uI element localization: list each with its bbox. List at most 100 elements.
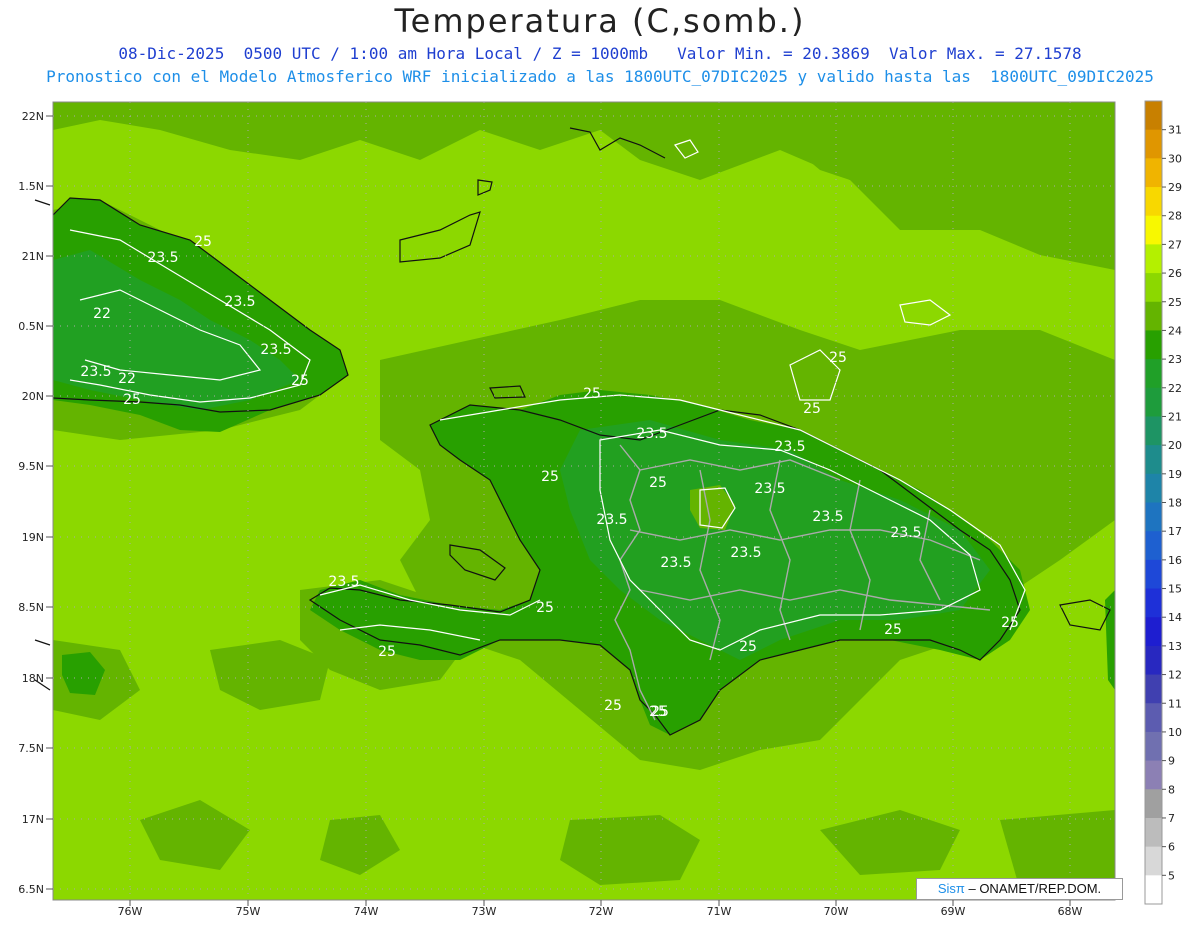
colorbar-label: 6 — [1168, 841, 1175, 854]
contour-label: 23.5 — [636, 426, 667, 442]
lat-tick-label: 17N — [22, 813, 44, 826]
contour-label: 25 — [649, 475, 667, 491]
contour-label: 25 — [291, 373, 309, 389]
colorbar-label: 15 — [1168, 583, 1182, 596]
contour-label: 23.5 — [224, 294, 255, 310]
colorbar-swatch — [1145, 703, 1162, 733]
contour-label: 25 — [536, 600, 554, 616]
contour-label: 23.5 — [260, 342, 291, 358]
lat-tick-label: 7.5N — [18, 742, 44, 755]
colorbar-swatch — [1145, 215, 1162, 245]
colorbar-label: 7 — [1168, 812, 1175, 825]
lat-tick-label: 18N — [22, 672, 44, 685]
lon-tick-label: 74W — [354, 905, 379, 918]
colorbar-swatch — [1145, 789, 1162, 819]
contour-label: 23.5 — [80, 364, 111, 380]
lon-tick-label: 72W — [589, 905, 614, 918]
contour-label: 25 — [1001, 615, 1019, 631]
contour-label: 25 — [123, 392, 141, 408]
colorbar-swatch — [1145, 731, 1162, 762]
colorbar-swatch — [1145, 531, 1162, 561]
lat-tick-label: 8.5N — [18, 601, 44, 614]
colorbar-swatch — [1145, 330, 1162, 360]
contour-label: 23.5 — [812, 509, 843, 525]
colorbar-swatch — [1145, 158, 1162, 188]
colorbar-label: 17 — [1168, 525, 1182, 538]
contour-label: 25 — [884, 622, 902, 638]
colorbar-swatch — [1145, 674, 1162, 704]
colorbar-label: 30 — [1168, 152, 1182, 165]
credit-brand: Sisπ — [937, 881, 965, 896]
lon-tick-label: 68W — [1058, 905, 1083, 918]
colorbar-swatch — [1145, 273, 1162, 303]
contour-label: 25 — [378, 644, 396, 660]
lat-tick-label: 6.5N — [18, 883, 44, 896]
contour-label: 23.5 — [754, 481, 785, 497]
colorbar-swatch — [1145, 502, 1162, 532]
contour-label: 23.5 — [328, 574, 359, 590]
colorbar-swatch — [1145, 101, 1162, 131]
contour-label: 25 — [651, 704, 669, 720]
lat-tick-label: 19N — [22, 531, 44, 544]
credit-box: Sisπ – ONAMET/REP.DOM. — [916, 878, 1123, 900]
colorbar-label: 12 — [1168, 669, 1182, 682]
colorbar-swatch — [1145, 645, 1162, 676]
colorbar-swatch — [1145, 416, 1162, 446]
colorbar-label: 11 — [1168, 697, 1182, 710]
colorbar-label: 29 — [1168, 181, 1182, 194]
colorbar-label: 9 — [1168, 755, 1175, 768]
contour-label: 23.5 — [730, 545, 761, 561]
colorbar-label: 31 — [1168, 124, 1182, 137]
colorbar-swatch — [1145, 760, 1162, 790]
lat-tick-label: 22N — [22, 110, 44, 123]
colorbar-label: 13 — [1168, 640, 1182, 653]
colorbar-swatch — [1145, 244, 1162, 274]
colorbar-swatch — [1145, 387, 1162, 417]
lon-tick-label: 75W — [236, 905, 261, 918]
colorbar-swatch — [1145, 187, 1162, 217]
lon-tick-label: 71W — [707, 905, 732, 918]
lon-tick-label: 76W — [118, 905, 143, 918]
colorbar-swatch — [1145, 617, 1162, 647]
colorbar-swatch — [1145, 588, 1162, 618]
colorbar-swatch — [1145, 875, 1162, 905]
credit-org: – ONAMET/REP.DOM. — [964, 881, 1102, 896]
lat-tick-label: 21N — [22, 250, 44, 263]
contour-label: 25 — [583, 386, 601, 402]
colorbar-label: 28 — [1168, 210, 1182, 223]
colorbar-label: 5 — [1168, 869, 1175, 882]
contour-label: 25 — [829, 350, 847, 366]
contour-label: 25 — [541, 469, 559, 485]
temperature-map: 2523.523.52223.523.5 22252525252523.523.5… — [18, 100, 1182, 918]
colorbar-swatch — [1145, 129, 1162, 159]
latitude-axis: 22N 1.5N 21N 0.5N 20N 9.5N 19N 8.5N 18N 7.5N 17N 6.… — [18, 110, 53, 896]
colorbar-label: 14 — [1168, 611, 1182, 624]
colorbar-swatch — [1145, 359, 1162, 389]
contour-label: 23.5 — [774, 439, 805, 455]
lon-tick-label: 70W — [824, 905, 849, 918]
colorbar-label: 23 — [1168, 353, 1182, 366]
lon-tick-label: 69W — [941, 905, 966, 918]
contour-label: 22 — [118, 371, 136, 387]
contour-label: 23.5 — [596, 512, 627, 528]
colorbar-label: 27 — [1168, 238, 1182, 251]
colorbar-label: 16 — [1168, 554, 1182, 567]
colorbar-legend: 31 30 29 28 27 26 25 24 23 22 21 20 19 18 17 16 15 14 13 12… — [1144, 100, 1182, 905]
lat-tick-label: 9.5N — [18, 460, 44, 473]
lon-tick-label: 73W — [472, 905, 497, 918]
colorbar-label: 20 — [1168, 439, 1182, 452]
colorbar-label: 24 — [1168, 324, 1182, 337]
contour-label: 25 — [803, 401, 821, 417]
contour-label: 22 — [93, 306, 111, 322]
colorbar-swatch — [1145, 301, 1162, 331]
contour-label: 23.5 — [890, 525, 921, 541]
colorbar-swatch — [1145, 559, 1162, 590]
colorbar-label: 18 — [1168, 497, 1182, 510]
colorbar-swatch — [1145, 473, 1162, 503]
contour-label: 23.5 — [147, 250, 178, 266]
contour-label: 25 — [739, 639, 757, 655]
colorbar-label: 10 — [1168, 726, 1182, 739]
lat-tick-label: 1.5N — [18, 180, 44, 193]
longitude-axis: 76W 75W 74W 73W 72W 71W 70W 69W 68W — [118, 900, 1083, 918]
colorbar-label: 25 — [1168, 296, 1182, 309]
